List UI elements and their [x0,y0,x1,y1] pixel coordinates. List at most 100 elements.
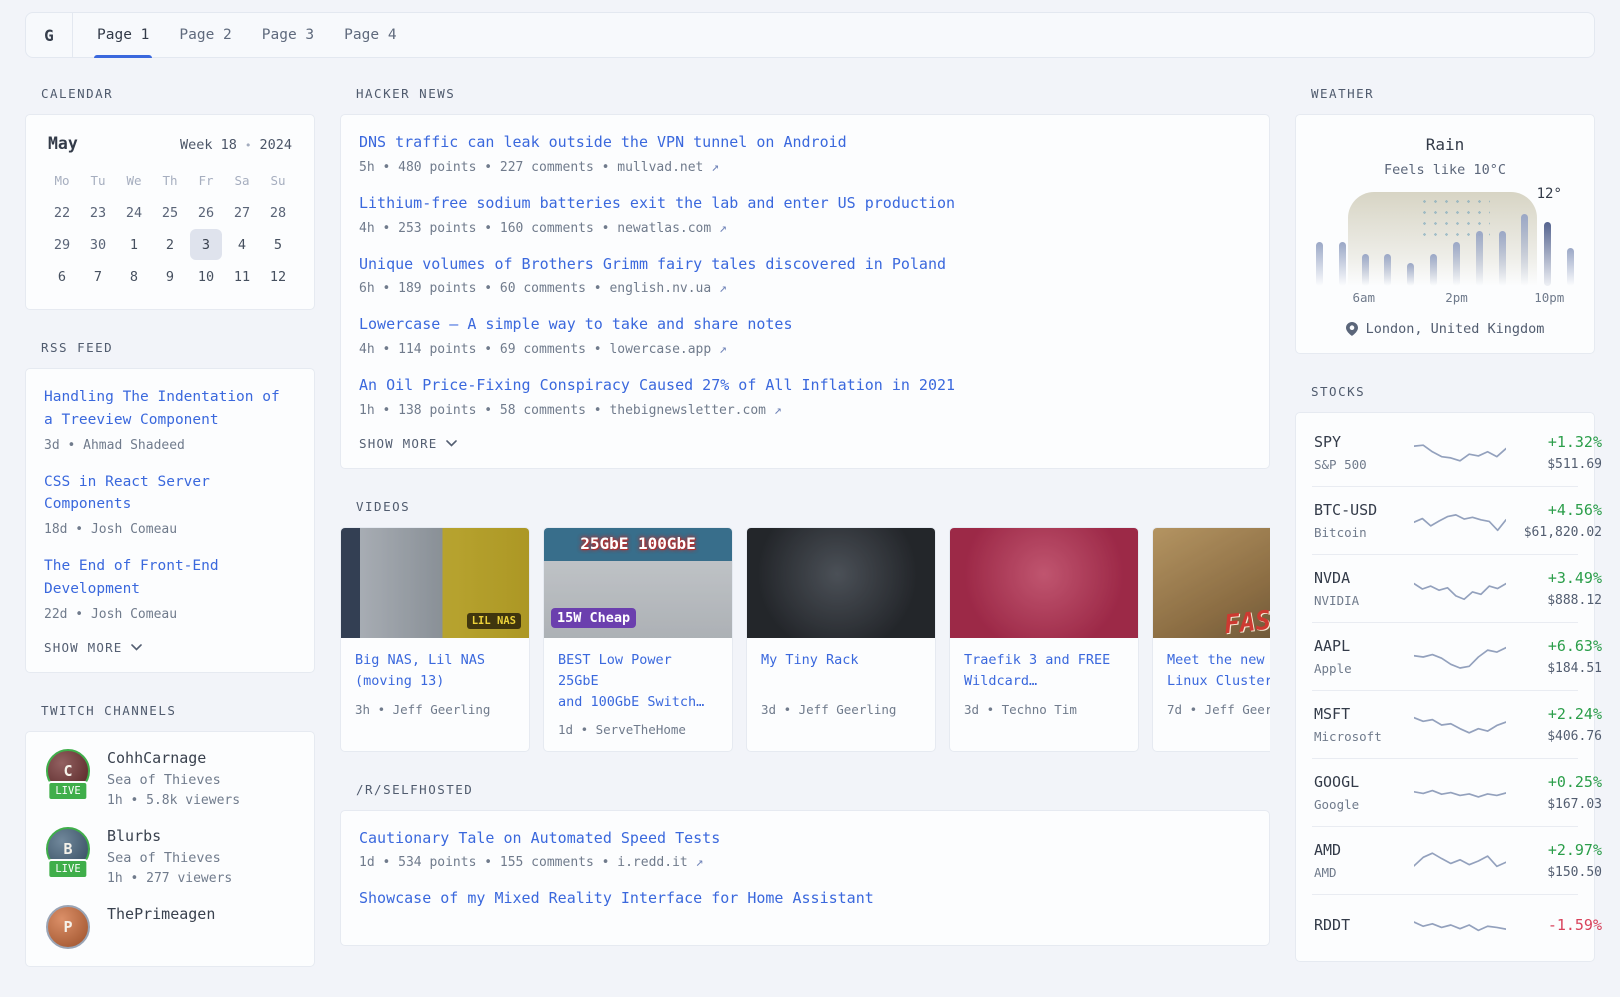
videos-widget: VIDEOS LIL NASBig NAS, Lil NAS (moving 1… [340,499,1270,752]
weather-card: Rain Feels like 10°C 12° 6am2pm10pm Lond… [1295,114,1595,354]
video-meta: 3d • Jeff Geerling [761,702,921,717]
stock-change: +6.63% [1506,637,1602,655]
stock-name: Apple [1314,661,1414,676]
calendar-day: 7 [82,261,114,292]
stock-symbol: RDDT [1314,916,1414,934]
calendar-day: 30 [82,229,114,260]
feed-item-title[interactable]: DNS traffic can leak outside the VPN tun… [359,133,847,151]
twitch-channel-name[interactable]: Blurbs [107,827,232,845]
video-card-body: Meet the new Linux Cluster…7d • Jeff Gee… [1153,638,1270,731]
video-thumbnail[interactable] [747,528,935,638]
video-title[interactable]: Meet the new Linux Cluster… [1167,650,1270,693]
feed-item-title[interactable]: The End of Front-End Development [44,558,219,597]
feed-item: Showcase of my Mixed Reality Interface f… [359,888,1251,910]
rss-show-more-button[interactable]: SHOW MORE [44,640,142,655]
stock-row[interactable]: RDDT-1.59% [1312,894,1578,955]
twitch-avatar: CLIVE [46,749,90,793]
video-thumbnail[interactable]: LIL NAS [341,528,529,638]
video-title[interactable]: BEST Low Power 25GbE and 100GbE Switch… [558,650,718,713]
stock-change: -1.59% [1506,916,1602,934]
feed-item-title[interactable]: Showcase of my Mixed Reality Interface f… [359,889,874,907]
stock-name: Microsoft [1314,729,1414,744]
video-thumbnail[interactable]: FAS [1153,528,1270,638]
tab-page-2[interactable]: Page 2 [179,13,231,57]
video-title[interactable]: Big NAS, Lil NAS (moving 13) [355,650,515,693]
feed-item-title[interactable]: Cautionary Tale on Automated Speed Tests [359,829,720,847]
stock-row[interactable]: AMDAMD+2.97%$150.50 [1312,826,1578,894]
feed-item-title[interactable]: Lowercase – A simple way to take and sha… [359,315,792,333]
weather-bar [1499,231,1506,286]
feed-item: Lowercase – A simple way to take and sha… [359,314,1251,357]
stock-values: +6.63%$184.51 [1506,637,1602,676]
feed-item-title[interactable]: CSS in React Server Components [44,474,210,513]
external-link-icon: ↗ [711,281,727,296]
twitch-channel-info: ThePrimeagen [107,905,215,923]
video-title[interactable]: My Tiny Rack [761,650,921,693]
twitch-channel-game[interactable]: Sea of Thieves [107,850,232,866]
stock-row[interactable]: GOOGLGoogle+0.25%$167.03 [1312,758,1578,826]
feed-item-title[interactable]: Unique volumes of Brothers Grimm fairy t… [359,255,946,273]
twitch-channel-row[interactable]: P ThePrimeagen [44,905,296,949]
weather-bar [1521,214,1528,286]
selfhosted-card: Cautionary Tale on Automated Speed Tests… [340,810,1270,947]
video-card: 25GbE 100GbE15W Cheap BEST Low Power 25Gb… [543,527,733,752]
section-label-calendar: CALENDAR [41,86,315,101]
twitch-channel-name[interactable]: CohhCarnage [107,749,240,767]
twitch-channel-game[interactable]: Sea of Thieves [107,772,240,788]
tab-page-4[interactable]: Page 4 [344,13,396,57]
rss-list: Handling The Indentation of a Treeview C… [44,386,296,622]
calendar-day-header: Th [154,165,186,196]
stock-sparkline [1414,641,1506,673]
twitch-channel-name[interactable]: ThePrimeagen [107,905,215,923]
stock-name: S&P 500 [1314,457,1414,472]
weather-location: London, United Kingdom [1366,321,1545,337]
feed-item: Lithium-free sodium batteries exit the l… [359,193,1251,236]
section-label-stocks: STOCKS [1311,384,1595,399]
calendar-day: 8 [118,261,150,292]
stock-symbol: MSFT [1314,705,1414,723]
external-link-icon: ↗ [711,221,727,236]
feed-item-meta: 5h • 480 points • 227 comments • mullvad… [359,160,1251,175]
feed-item-title[interactable]: Handling The Indentation of a Treeview C… [44,389,280,428]
center-column: HACKER NEWS DNS traffic can leak outside… [340,86,1270,976]
thumbnail-text: FAS [1223,605,1270,640]
stock-row[interactable]: AAPLApple+6.63%$184.51 [1312,622,1578,690]
stock-symbol: NVDA [1314,569,1414,587]
weather-hour-label: 2pm [1445,290,1468,305]
weather-bar [1476,231,1483,286]
video-title[interactable]: Traefik 3 and FREE Wildcard… [964,650,1124,693]
stock-row[interactable]: NVDANVIDIA+3.49%$888.12 [1312,554,1578,622]
stock-values: -1.59% [1506,916,1602,934]
selfhosted-list: Cautionary Tale on Automated Speed Tests… [359,828,1251,911]
stock-row[interactable]: SPYS&P 500+1.32%$511.69 [1312,419,1578,486]
twitch-channel-row[interactable]: BLIVEBlurbsSea of Thieves1h • 277 viewer… [44,827,296,886]
weather-location-row: London, United Kingdom [1314,321,1576,337]
stock-symbol-block: AAPLApple [1314,637,1414,676]
twitch-avatar: P [46,905,90,949]
stock-values: +2.97%$150.50 [1506,841,1602,880]
calendar-day: 12 [262,261,294,292]
feed-item-title[interactable]: Lithium-free sodium batteries exit the l… [359,194,955,212]
calendar-day: 22 [46,197,78,228]
live-badge: LIVE [47,781,88,801]
stock-sparkline [1414,573,1506,605]
stock-values: +2.24%$406.76 [1506,705,1602,744]
hacker-news-show-more-button[interactable]: SHOW MORE [359,436,457,451]
left-column: CALENDAR May Week 18 • 2024 MoTuWeThFrSa… [25,86,315,997]
feed-item-meta: 3d • Ahmad Shadeed [44,438,296,453]
tab-page-3[interactable]: Page 3 [262,13,314,57]
show-more-label: SHOW MORE [359,436,438,451]
video-thumbnail[interactable] [950,528,1138,638]
calendar-day: 1 [118,229,150,260]
stock-row[interactable]: BTC-USDBitcoin+4.56%$61,820.02 [1312,486,1578,554]
app-logo[interactable]: G [26,13,73,57]
twitch-channel-meta: 1h • 277 viewers [107,871,232,886]
tab-page-1[interactable]: Page 1 [97,13,149,57]
video-thumbnail[interactable]: 25GbE 100GbE15W Cheap [544,528,732,638]
stock-row[interactable]: MSFTMicrosoft+2.24%$406.76 [1312,690,1578,758]
twitch-channel-row[interactable]: CLIVECohhCarnageSea of Thieves1h • 5.8k … [44,749,296,808]
live-badge: LIVE [47,859,88,879]
feed-item-title[interactable]: An Oil Price-Fixing Conspiracy Caused 27… [359,376,955,394]
stock-name: NVIDIA [1314,593,1414,608]
stock-symbol-block: BTC-USDBitcoin [1314,501,1414,540]
